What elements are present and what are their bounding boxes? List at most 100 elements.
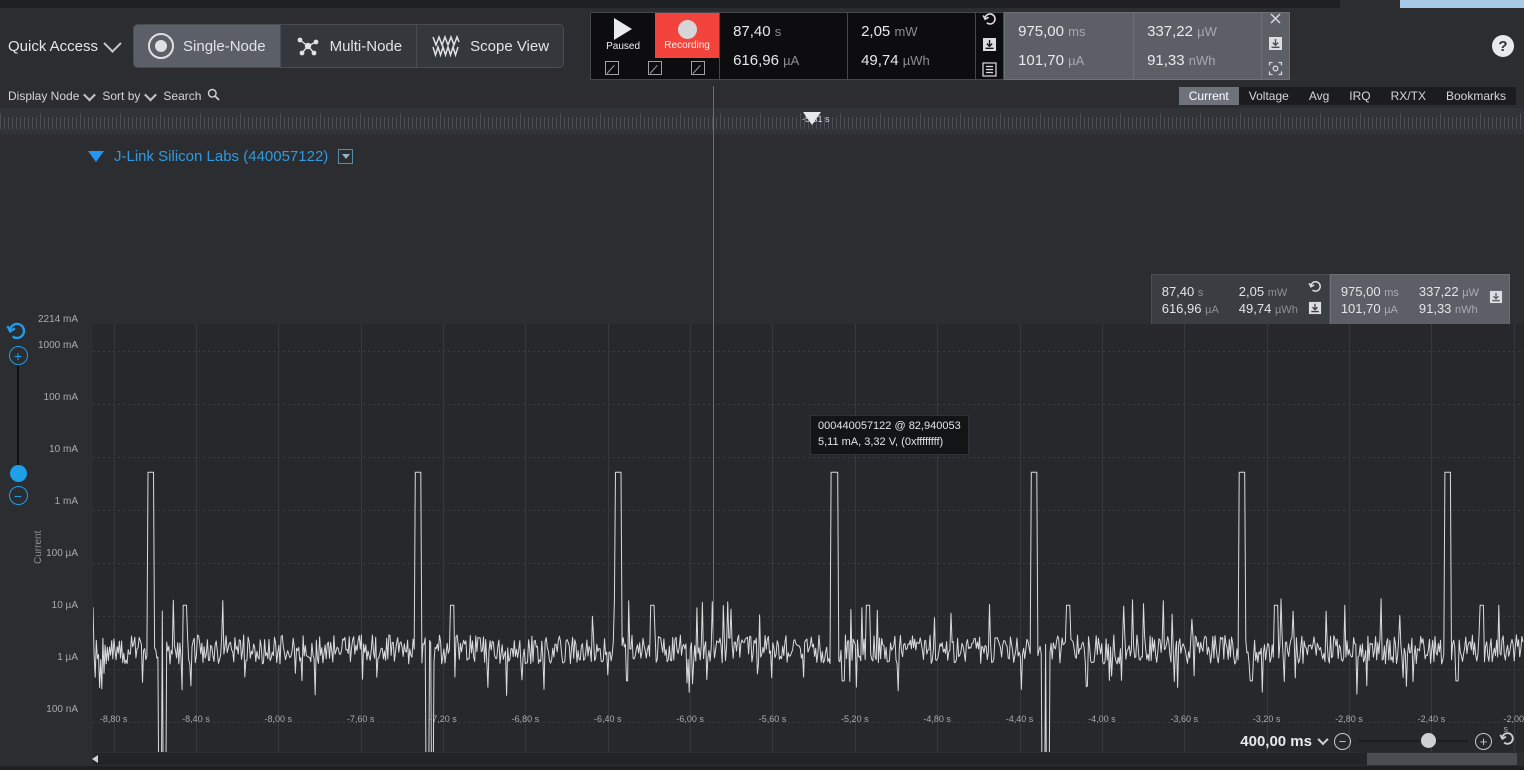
- vertical-zoom-knob[interactable]: [9, 465, 27, 482]
- close-icon[interactable]: [1268, 11, 1283, 31]
- value: 975,00: [1340, 283, 1381, 299]
- tab-bookmarks[interactable]: Bookmarks: [1436, 87, 1516, 105]
- scrollbar-track[interactable]: [93, 753, 1517, 765]
- filter-toolbar: Display Node Sort by Search Current Volt…: [0, 84, 1524, 108]
- value: 49,74: [861, 52, 899, 69]
- help-button[interactable]: ?: [1492, 35, 1514, 57]
- vertical-zoom-reset-icon[interactable]: [6, 320, 28, 342]
- mode-multi-node[interactable]: Multi-Node: [281, 25, 418, 67]
- mode-single-node[interactable]: Single-Node: [134, 25, 281, 67]
- recorder-actions: [975, 11, 1003, 82]
- waveform-toggle-1-icon: [605, 61, 620, 76]
- recorder-stat-time-bottom: 616,96 µA: [733, 52, 847, 69]
- x-axis-tick-label: -8,40 s: [182, 714, 210, 724]
- recorder-waveform-toggles: [591, 58, 719, 79]
- zoom-reset-icon[interactable]: [1499, 730, 1516, 752]
- graph-stats-primary: 87,40 s 616,96 µA 2,05 mW 49,74 µWh: [1150, 274, 1330, 325]
- recorder-stat-time-top: 87,40 s: [733, 23, 847, 40]
- reset-icon[interactable]: [982, 11, 998, 32]
- play-pause-button[interactable]: Paused: [591, 13, 656, 58]
- background-window-left: [1340, 0, 1400, 8]
- multi-node-icon: [295, 33, 321, 59]
- search-label: Search: [163, 89, 202, 103]
- unit: µWh: [1274, 303, 1298, 316]
- vertical-zoom-in-button[interactable]: +: [8, 346, 28, 365]
- background-window-right: [1400, 0, 1524, 8]
- plot-tooltip: 000440057122 @ 82,940053 5,11 mA, 3,32 V…: [810, 415, 969, 455]
- selection-stat-power: 337,22 µW 91,33 nWh: [1133, 13, 1261, 79]
- select-region-icon[interactable]: [1268, 61, 1283, 81]
- export-icon[interactable]: [1489, 290, 1503, 309]
- current-plot[interactable]: [92, 324, 1524, 770]
- value: 975,00: [1018, 23, 1064, 40]
- unit: nWh: [1455, 303, 1478, 316]
- tab-rxtx[interactable]: RX/TX: [1381, 87, 1436, 105]
- search-control[interactable]: Search: [163, 88, 220, 104]
- zoom-in-button[interactable]: +: [1475, 732, 1492, 750]
- zoom-slider-knob[interactable]: [1421, 733, 1436, 748]
- unit: µA: [1205, 303, 1219, 316]
- waveform-toggle-2-button[interactable]: [634, 58, 677, 79]
- top-toolbar: Quick Access Single-Node Multi-Node Scop…: [0, 8, 1524, 84]
- scope-view-icon: [431, 34, 461, 58]
- waveform-toggle-1-button[interactable]: [591, 58, 634, 79]
- node-options-dropdown[interactable]: [338, 149, 354, 164]
- zoom-out-button[interactable]: −: [1334, 732, 1351, 750]
- unit: ms: [1068, 24, 1086, 39]
- chevron-down-icon: [144, 88, 158, 101]
- vertical-zoom-track[interactable]: [17, 365, 19, 465]
- timeline-marker-handle[interactable]: [803, 112, 821, 125]
- graph-sel-duration-bottom: 101,70 µA: [1341, 301, 1399, 316]
- tab-current[interactable]: Current: [1178, 87, 1239, 105]
- plot-cursor-line: [713, 86, 714, 649]
- reset-icon[interactable]: [1308, 279, 1323, 299]
- graph-selection-actions: [1489, 290, 1509, 309]
- selection-stat-power-bottom: 91,33 nWh: [1147, 52, 1261, 69]
- value: 101,70: [1018, 52, 1064, 69]
- waveform-toggle-3-button[interactable]: [676, 58, 719, 79]
- value: 87,40: [1161, 283, 1195, 299]
- x-axis-tick-label: -5,60 s: [758, 714, 787, 724]
- tab-irq[interactable]: IRQ: [1339, 87, 1380, 105]
- vertical-zoom-control: + −: [6, 320, 30, 505]
- y-axis-title: Current: [33, 530, 44, 564]
- record-button[interactable]: Recording: [655, 13, 720, 58]
- timeline-ruler[interactable]: -5,31 s: [0, 108, 1524, 134]
- value: 101,70: [1340, 300, 1381, 316]
- horizontal-scrollbar[interactable]: [0, 752, 1524, 766]
- list-icon[interactable]: [982, 61, 997, 82]
- chevron-down-icon: [83, 88, 97, 101]
- graph-sel-power: 337,22 µW 91,33 nWh: [1409, 284, 1489, 316]
- y-axis-tick-label: 10 mA: [49, 443, 78, 455]
- chevron-down-icon[interactable]: [1317, 733, 1329, 746]
- value: 91,33: [1418, 300, 1452, 316]
- value: 2,05: [1238, 283, 1265, 299]
- y-axis-tick-label: 1000 mA: [37, 339, 78, 351]
- x-axis-tick-label: -3,20 s: [1252, 714, 1281, 724]
- collapse-triangle-icon[interactable]: [88, 151, 104, 162]
- scrollbar-thumb[interactable]: [1367, 753, 1517, 765]
- quick-access-label: Quick Access: [8, 37, 99, 55]
- graph-sel-duration: 975,00 ms 101,70 µA: [1331, 284, 1409, 316]
- quick-access-menu[interactable]: Quick Access: [0, 8, 122, 84]
- scroll-left-arrow-icon[interactable]: [92, 755, 98, 763]
- tab-avg[interactable]: Avg: [1299, 87, 1339, 105]
- x-axis-tick-label: -4,80 s: [923, 714, 951, 724]
- x-axis-tick-label: -8,00 s: [264, 714, 293, 724]
- export-icon[interactable]: [1308, 301, 1323, 320]
- unit: µWh: [902, 53, 930, 68]
- export-icon[interactable]: [982, 37, 997, 57]
- zoom-window-value: 400,00 ms: [1240, 732, 1312, 750]
- display-node-dropdown[interactable]: Display Node: [8, 88, 97, 103]
- mode-scope-view[interactable]: Scope View: [417, 25, 563, 67]
- sort-by-dropdown[interactable]: Sort by: [102, 88, 158, 103]
- tab-voltage[interactable]: Voltage: [1239, 87, 1299, 105]
- y-axis-tick-label: 10 µA: [51, 599, 78, 611]
- vertical-zoom-out-button[interactable]: −: [8, 486, 28, 505]
- export-icon[interactable]: [1268, 36, 1283, 56]
- zoom-slider-track[interactable]: [1358, 733, 1468, 748]
- graph-node-header: J-Link Silicon Labs (440057122): [88, 148, 354, 165]
- selection-stats-panel: 975,00 ms 101,70 µA 337,22 µW 91,33 nWh: [1004, 11, 1291, 81]
- x-axis-tick-label: -7,20 s: [429, 714, 457, 724]
- selection-stat-duration: 975,00 ms 101,70 µA: [1005, 13, 1133, 79]
